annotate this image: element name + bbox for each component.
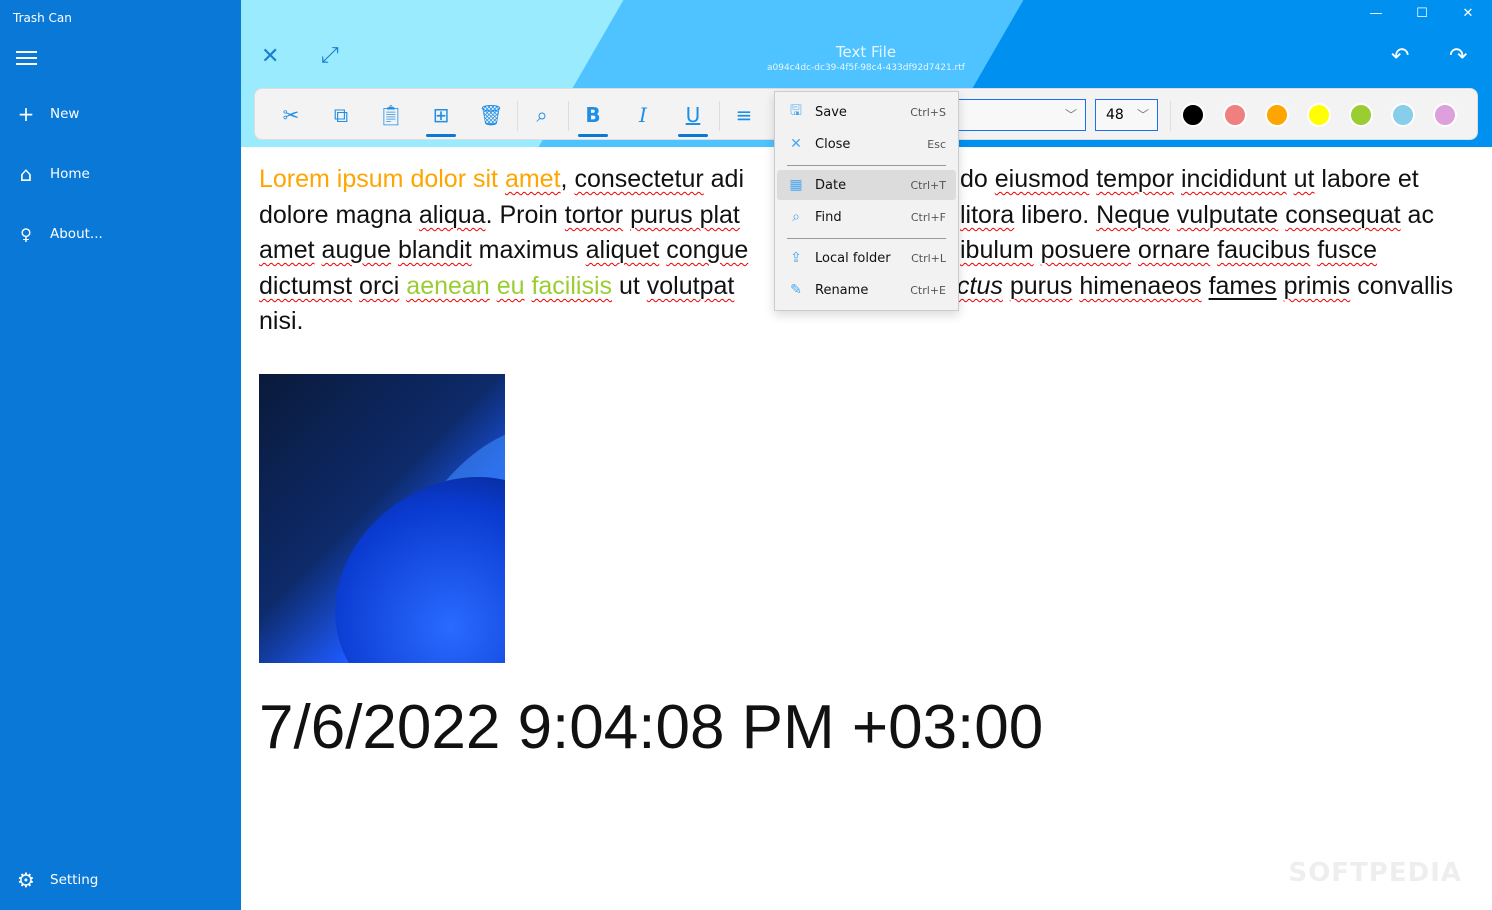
app-title: Trash Can — [13, 11, 72, 25]
embedded-image[interactable] — [259, 374, 505, 663]
color-orange[interactable] — [1265, 103, 1289, 127]
sidebar-item-about[interactable]: ♀ About... — [0, 214, 241, 254]
color-yellow[interactable] — [1307, 103, 1331, 127]
close-icon[interactable]: ✕ — [261, 44, 279, 69]
context-menu: 🖫 Save Ctrl+S ✕ Close Esc ▦ Date Ctrl+T ⌕ Find C… — [774, 91, 959, 311]
maximize-button[interactable]: ☐ — [1399, 6, 1445, 21]
menu-item-rename[interactable]: ✎ Rename Ctrl+E — [777, 275, 956, 305]
home-icon: ⌂ — [19, 162, 33, 186]
save-icon: 🖫 — [790, 103, 802, 119]
inserted-date: 7/6/2022 9:04:08 PM +03:00 — [259, 693, 1044, 762]
minimize-button[interactable]: — — [1353, 6, 1399, 21]
lightbulb-icon: ♀ — [20, 224, 32, 244]
menu-item-save[interactable]: 🖫 Save Ctrl+S — [777, 97, 956, 127]
text-line: dolore magna aliqua. Proin tortor purus … — [259, 201, 740, 229]
text-line: Lorem ipsum dolor sit amet, consectetur … — [259, 165, 744, 193]
color-black[interactable] — [1181, 103, 1205, 127]
select-all-icon[interactable]: ⊞ — [423, 99, 459, 137]
menu-item-close[interactable]: ✕ Close Esc — [777, 129, 956, 159]
text-line: dictumst orci aenean eu facilisis ut vol… — [259, 272, 735, 300]
align-icon[interactable]: ≡ — [726, 99, 762, 131]
color-skyblue[interactable] — [1391, 103, 1415, 127]
title-text: Text File — [835, 43, 897, 61]
sidebar-item-new[interactable]: + New — [0, 94, 241, 134]
sidebar-item-label: About... — [50, 226, 103, 242]
gear-icon: ⚙ — [17, 868, 35, 892]
search-icon[interactable]: ⌕ — [524, 99, 560, 131]
text-line: litora libero. Neque vulputate consequat… — [960, 201, 1434, 229]
filename: a094c4dc-dc39-4f5f-98c4-433df92d7421.rtf — [767, 63, 965, 73]
menu-item-find[interactable]: ⌕ Find Ctrl+F — [777, 202, 956, 232]
calendar-icon: ▦ — [789, 177, 803, 193]
text-line: ibulum posuere ornare faucibus fusce — [960, 236, 1377, 264]
sidebar-item-setting[interactable]: ⚙ Setting — [0, 860, 241, 900]
font-family-select[interactable]: ﹀ — [945, 99, 1086, 131]
close-icon: ✕ — [790, 136, 802, 152]
copy-icon[interactable]: ⧉ — [323, 99, 359, 131]
sidebar-item-label: Setting — [50, 872, 99, 888]
search-icon: ⌕ — [792, 209, 800, 225]
window-close-button[interactable]: ✕ — [1445, 6, 1491, 21]
font-size-value: 48 — [1106, 107, 1124, 123]
folder-upload-icon: ⇪ — [790, 250, 802, 266]
cut-icon[interactable]: ✂ — [273, 99, 309, 131]
sidebar: Trash Can + New ⌂ Home ♀ About... ⚙ Setting — [0, 0, 241, 910]
text-line: amet augue blandit maximus aliquet congu… — [259, 236, 749, 264]
redo-icon[interactable]: ↷ — [1449, 44, 1467, 69]
color-yellowgreen[interactable] — [1349, 103, 1373, 127]
text-line: ctus purus himenaeos fames primis conval… — [957, 272, 1454, 300]
plus-icon: + — [17, 102, 35, 126]
color-lightcoral[interactable] — [1223, 103, 1247, 127]
color-plum[interactable] — [1433, 103, 1457, 127]
sidebar-item-label: New — [50, 106, 80, 122]
watermark: SOFTPEDIA — [1288, 858, 1462, 888]
bold-icon[interactable]: B — [575, 99, 611, 137]
sidebar-item-label: Home — [50, 166, 90, 182]
italic-icon[interactable]: I — [625, 99, 661, 131]
font-size-select[interactable]: 48 ﹀ — [1095, 99, 1158, 131]
delete-icon[interactable]: 🗑︎ — [473, 99, 509, 131]
document-title: Text File a094c4dc-dc39-4f5f-98c4-433df9… — [741, 43, 991, 73]
text-line: nisi. — [259, 307, 304, 335]
underline-icon[interactable]: U — [675, 99, 711, 137]
pencil-icon: ✎ — [790, 282, 802, 298]
undo-icon[interactable]: ↶ — [1391, 44, 1409, 69]
expand-icon[interactable]: ⤢ — [321, 43, 339, 68]
sidebar-item-home[interactable]: ⌂ Home — [0, 154, 241, 194]
menu-item-date[interactable]: ▦ Date Ctrl+T — [777, 170, 956, 200]
paste-icon[interactable]: 📋︎ — [373, 99, 409, 131]
hamburger-menu-icon[interactable] — [16, 48, 37, 66]
menu-item-local-folder[interactable]: ⇪ Local folder Ctrl+L — [777, 243, 956, 273]
text-line: do eiusmod tempor incididunt ut labore e… — [960, 165, 1419, 193]
